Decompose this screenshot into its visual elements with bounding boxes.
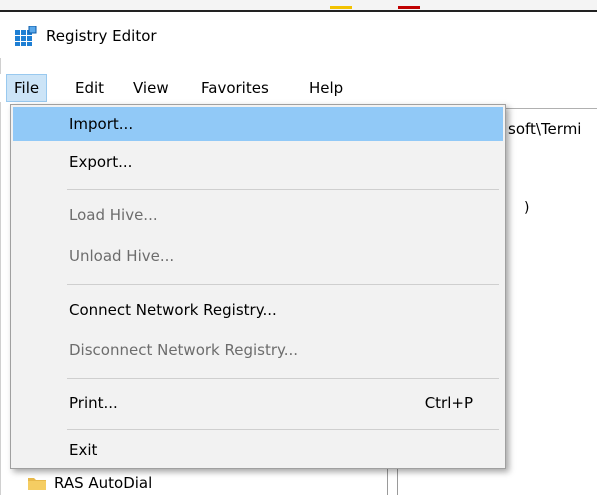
- menu-item-import[interactable]: Import...: [13, 107, 503, 141]
- menu-separator: [67, 189, 499, 190]
- tree-item-label: RAS AutoDial: [54, 473, 153, 492]
- menu-file[interactable]: File: [6, 74, 48, 102]
- menu-bar: File Edit View Favorites Help: [0, 74, 597, 102]
- window-left-border: [0, 58, 1, 495]
- menu-item-label: Import...: [69, 115, 134, 133]
- menu-item-connect-network-registry[interactable]: Connect Network Registry...: [13, 293, 503, 327]
- menu-item-print[interactable]: Print... Ctrl+P: [13, 386, 503, 420]
- title-bar: Registry Editor: [0, 12, 597, 58]
- menu-item-exit[interactable]: Exit: [13, 433, 503, 467]
- menu-separator: [67, 378, 499, 379]
- menu-item-shortcut: Ctrl+P: [424, 394, 473, 412]
- screen: Registry Editor File Edit View Favorites…: [0, 0, 597, 495]
- menu-item-load-hive: Load Hive...: [13, 198, 503, 232]
- font-color-icon: [398, 6, 420, 9]
- menu-item-label: Exit: [69, 441, 98, 459]
- value-data-fragment: ): [524, 200, 530, 216]
- highlight-color-icon: [330, 6, 352, 9]
- menu-favorites[interactable]: Favorites: [194, 74, 276, 102]
- menu-separator: [67, 284, 499, 285]
- menu-item-unload-hive: Unload Hive...: [13, 239, 503, 273]
- menu-item-disconnect-network-registry: Disconnect Network Registry...: [13, 333, 503, 367]
- menu-item-export[interactable]: Export...: [13, 145, 503, 179]
- menu-edit[interactable]: Edit: [68, 74, 111, 102]
- menu-item-label: Load Hive...: [69, 206, 158, 224]
- address-bar-border: [500, 108, 597, 109]
- menu-item-label: Disconnect Network Registry...: [69, 341, 299, 359]
- menu-view[interactable]: View: [126, 74, 176, 102]
- file-menu-dropdown: Import... Export... Load Hive... Unload …: [10, 104, 506, 469]
- tree-item-ras-autodial[interactable]: RAS AutoDial: [28, 470, 152, 495]
- menu-help[interactable]: Help: [302, 74, 350, 102]
- registry-editor-icon: [15, 26, 37, 46]
- menu-item-label: Unload Hive...: [69, 247, 175, 265]
- window-title: Registry Editor: [46, 27, 157, 45]
- menu-separator: [67, 429, 499, 430]
- folder-icon: [28, 477, 46, 490]
- menu-item-label: Connect Network Registry...: [69, 301, 277, 319]
- cropped-toolbar-strip: [0, 0, 597, 12]
- menu-item-label: Print...: [69, 394, 118, 412]
- menu-item-label: Export...: [69, 153, 133, 171]
- address-bar-path[interactable]: soft\Termi: [508, 120, 581, 138]
